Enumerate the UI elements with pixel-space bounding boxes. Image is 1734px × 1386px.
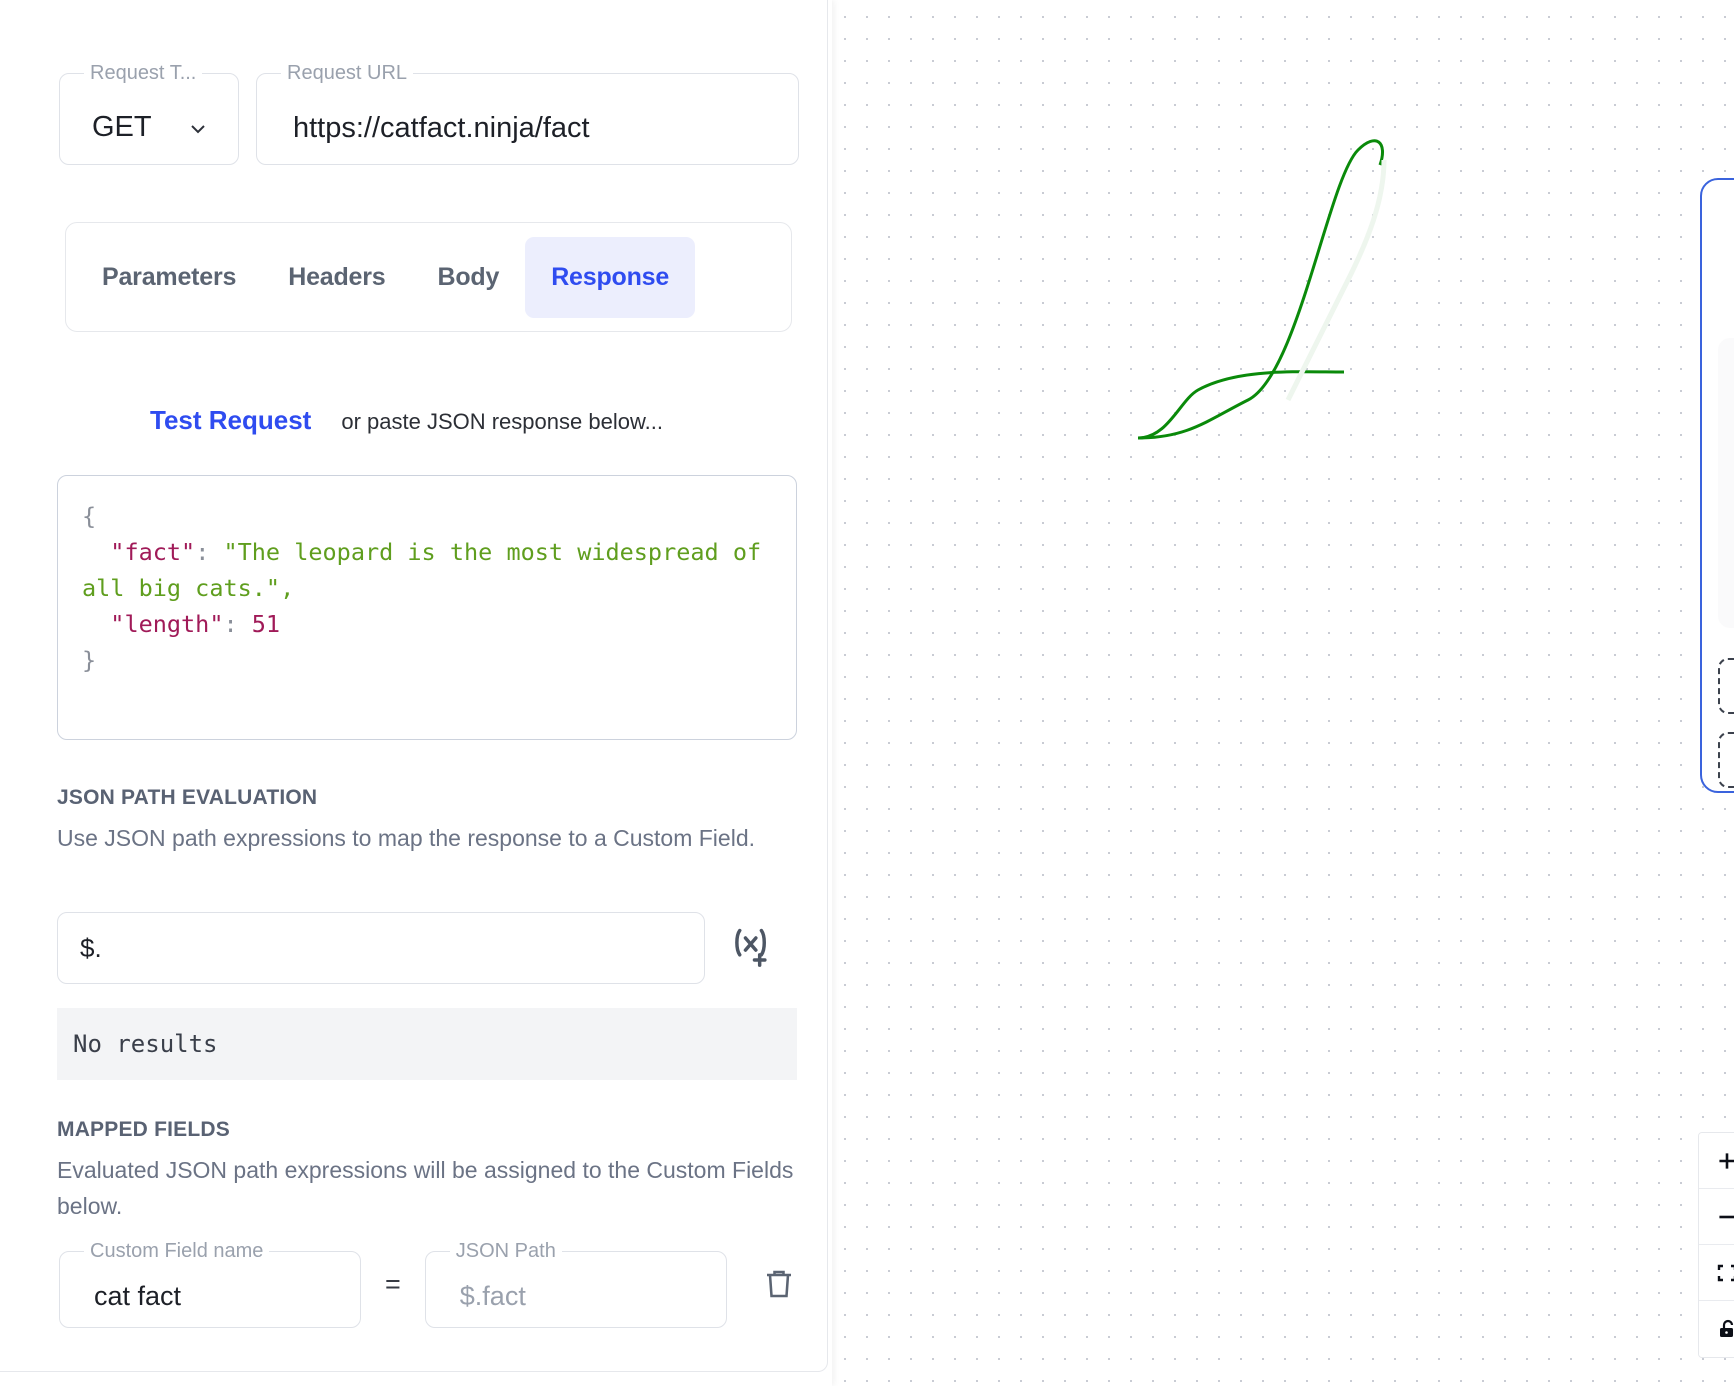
custom-field-name-value: cat fact [94, 1281, 182, 1312]
request-tabs: Parameters Headers Body Response [65, 222, 792, 332]
code-key-length: "length" [110, 610, 224, 638]
http-node-url-line: GET https://catfact.ninja/... [1702, 279, 1734, 308]
request-url-field[interactable]: Request URL https://catfact.ninja/fact [256, 62, 799, 165]
flow-canvas[interactable]: HTTP GET https://catfact.ninja/... { "la… [828, 0, 1734, 1386]
branch-request-failed[interactable]: When request Failed [1718, 732, 1734, 788]
custom-field-name-label: Custom Field name [90, 1240, 264, 1262]
paste-json-hint: or paste JSON response below... [341, 409, 663, 434]
tab-parameters[interactable]: Parameters [76, 237, 262, 318]
json-response-editor[interactable]: { "fact": "The leopard is the most wides… [57, 475, 797, 740]
code-open-brace: { [82, 502, 97, 530]
json-path-input[interactable]: $. [57, 912, 705, 984]
test-request-button[interactable]: Test Request [150, 405, 311, 436]
request-config-panel: Request T... GET Request URL https://cat… [0, 0, 832, 1386]
mapped-fields-title: MAPPED FIELDS [57, 1118, 230, 1141]
code-colon-1: : [195, 538, 224, 566]
tab-headers[interactable]: Headers [262, 237, 411, 318]
mapped-field-row: Custom Field name cat fact = JSON Path $… [57, 1240, 797, 1328]
mapped-json-path-placeholder: $.fact [459, 1281, 526, 1312]
test-request-row: Test Request or paste JSON response belo… [150, 405, 663, 436]
chevron-down-icon[interactable] [186, 117, 208, 139]
equals-sign: = [385, 1268, 401, 1299]
mapped-fields-description: Evaluated JSON path expressions will be … [57, 1157, 794, 1219]
tab-response[interactable]: Response [525, 236, 696, 318]
request-url-label: Request URL [287, 62, 408, 84]
insert-variable-icon[interactable] [722, 918, 780, 976]
request-method-value: GET [92, 111, 152, 144]
json-path-results: No results [57, 1008, 797, 1080]
code-colon-2: : [223, 610, 252, 638]
canvas-controls [1698, 1132, 1734, 1358]
custom-field-name-field[interactable]: Custom Field name cat fact [59, 1240, 361, 1328]
lock-toggle-button[interactable] [1699, 1301, 1734, 1357]
request-method-field[interactable]: Request T... GET [59, 62, 239, 165]
trash-icon[interactable] [761, 1264, 797, 1304]
code-value-length: 51 [251, 610, 281, 638]
zoom-in-button[interactable] [1699, 1133, 1734, 1189]
request-config-panel-inner: Request T... GET Request URL https://cat… [0, 0, 828, 1372]
http-node-body-preview[interactable]: { "last_user_message": "Last User Messag… [1718, 338, 1734, 628]
http-node-title: HTTP [1702, 206, 1734, 227]
json-path-evaluation-title: JSON PATH EVALUATION [57, 786, 318, 809]
code-key-fact: "fact" [110, 538, 196, 566]
json-path-evaluation-description: Use JSON path expressions to map the res… [57, 825, 755, 851]
custom-field-name-body[interactable]: cat fact [72, 1269, 348, 1325]
request-url-row[interactable]: https://catfact.ninja/fact [269, 91, 786, 161]
tab-body[interactable]: Body [412, 237, 526, 318]
fit-view-button[interactable] [1699, 1245, 1734, 1301]
mapped-json-path-label: JSON Path [455, 1240, 556, 1262]
code-close-brace: } [82, 646, 97, 674]
branch-request-succeeded[interactable]: When request Succeeded [1718, 658, 1734, 714]
request-method-row[interactable]: GET [72, 91, 226, 161]
mapped-json-path-body[interactable]: $.fact [438, 1269, 714, 1325]
request-url-input[interactable]: https://catfact.ninja/fact [293, 112, 590, 145]
mapped-json-path-field[interactable]: JSON Path $.fact [424, 1240, 727, 1328]
request-method-label: Request T... [90, 62, 197, 84]
json-path-input-value: $. [80, 932, 102, 963]
zoom-out-button[interactable] [1699, 1189, 1734, 1245]
app-root: HTTP GET https://catfact.ninja/... { "la… [0, 0, 1734, 1386]
http-node[interactable]: HTTP GET https://catfact.ninja/... { "la… [1700, 178, 1734, 793]
edge-layer [1137, 139, 1387, 440]
